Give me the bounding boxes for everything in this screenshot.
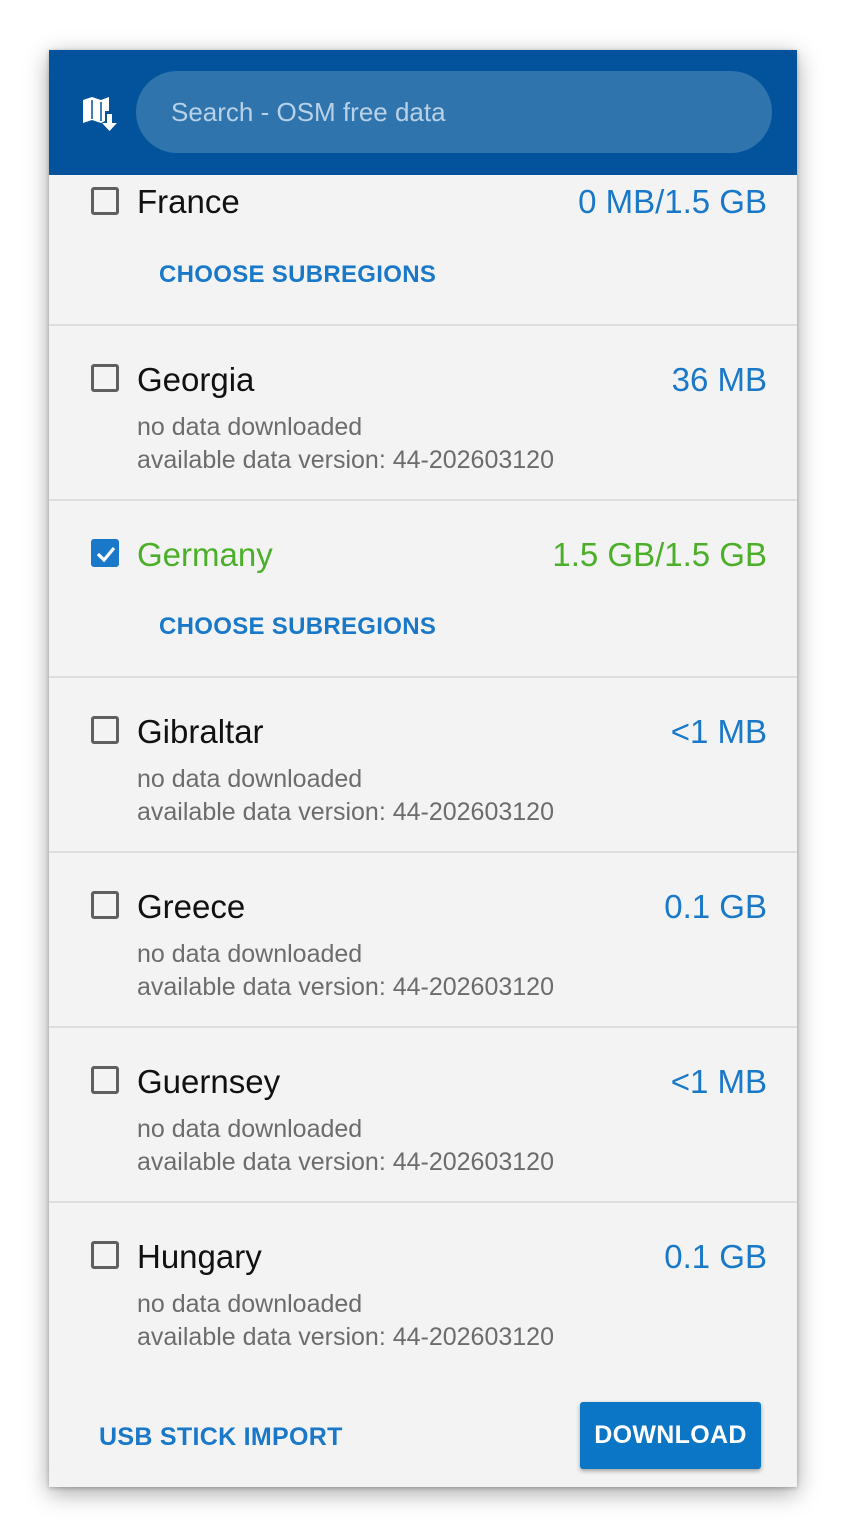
region-size: 0 MB/1.5 GB [578, 183, 767, 220]
region-item-guernsey[interactable]: Guernsey <1 MB no data downloaded availa… [49, 1028, 797, 1203]
region-item-georgia[interactable]: Georgia 36 MB no data downloaded availab… [49, 326, 797, 501]
download-status: no data downloaded [137, 940, 363, 968]
check-icon [96, 546, 116, 563]
data-version: available data version: 44-202603120 [137, 1323, 554, 1351]
region-name: Georgia [137, 361, 255, 398]
search-input[interactable] [169, 95, 733, 129]
region-size: 0.1 GB [664, 888, 767, 925]
region-list[interactable]: France 0 MB/1.5 GB CHOOSE SUBREGIONS Geo… [49, 175, 797, 1375]
download-status: no data downloaded [137, 765, 363, 793]
choose-subregions-button[interactable]: CHOOSE SUBREGIONS [159, 613, 436, 641]
region-checkbox[interactable] [91, 716, 119, 744]
region-name: France [137, 183, 240, 220]
region-item-hungary[interactable]: Hungary 0.1 GB no data downloaded availa… [49, 1203, 797, 1375]
download-maps-dialog: France 0 MB/1.5 GB CHOOSE SUBREGIONS Geo… [49, 50, 797, 1487]
data-version: available data version: 44-202603120 [137, 973, 554, 1001]
region-checkbox[interactable] [91, 891, 119, 919]
region-item-france[interactable]: France 0 MB/1.5 GB CHOOSE SUBREGIONS [49, 175, 797, 326]
region-checkbox[interactable] [91, 187, 119, 215]
region-checkbox[interactable] [91, 539, 119, 567]
download-button[interactable]: DOWNLOAD [580, 1402, 761, 1469]
region-size: 0.1 GB [664, 1238, 767, 1275]
region-name: Guernsey [137, 1063, 281, 1100]
choose-subregions-button[interactable]: CHOOSE SUBREGIONS [159, 261, 436, 289]
region-size: <1 MB [670, 713, 767, 750]
search-bar[interactable] [136, 71, 772, 153]
data-version: available data version: 44-202603120 [137, 798, 554, 826]
data-version: available data version: 44-202603120 [137, 446, 554, 474]
region-size: <1 MB [670, 1063, 767, 1100]
region-checkbox[interactable] [91, 1066, 119, 1094]
region-size: 36 MB [671, 361, 767, 398]
region-checkbox[interactable] [91, 364, 119, 392]
region-name: Hungary [137, 1238, 262, 1275]
map-download-icon[interactable] [81, 94, 121, 134]
region-name: Greece [137, 888, 246, 925]
usb-stick-import-button[interactable]: USB STICK IMPORT [99, 1423, 343, 1452]
region-name: Germany [137, 536, 273, 573]
region-item-gibraltar[interactable]: Gibraltar <1 MB no data downloaded avail… [49, 678, 797, 853]
region-name: Gibraltar [137, 713, 264, 750]
region-checkbox[interactable] [91, 1241, 119, 1269]
data-version: available data version: 44-202603120 [137, 1148, 554, 1176]
region-item-germany[interactable]: Germany 1.5 GB/1.5 GB CHOOSE SUBREGIONS [49, 501, 797, 678]
header-bar [49, 50, 797, 175]
dialog-footer: USB STICK IMPORT DOWNLOAD [49, 1375, 797, 1487]
region-item-greece[interactable]: Greece 0.1 GB no data downloaded availab… [49, 853, 797, 1028]
region-size: 1.5 GB/1.5 GB [552, 536, 767, 573]
download-status: no data downloaded [137, 413, 363, 441]
download-status: no data downloaded [137, 1290, 363, 1318]
download-status: no data downloaded [137, 1115, 363, 1143]
